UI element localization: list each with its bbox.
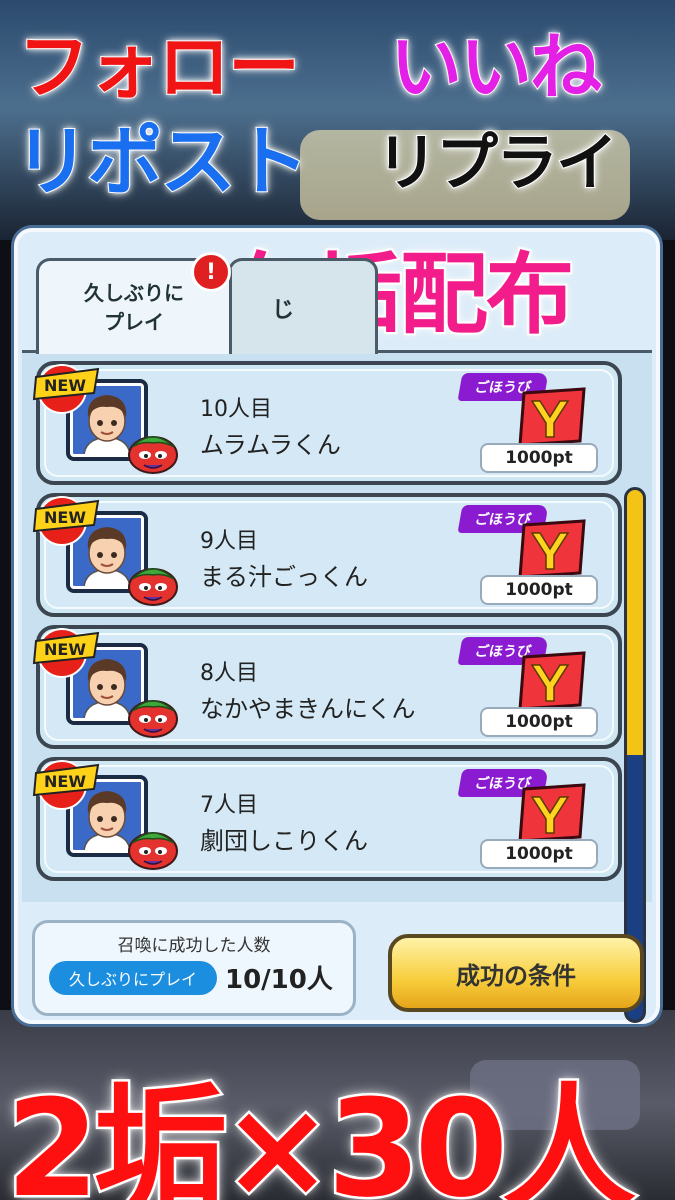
summon-number: 9人目 (200, 529, 258, 554)
reward-points: 1000pt (480, 707, 598, 737)
new-badge-icon: NEW (32, 364, 100, 414)
friend-name: 劇団しこりくん (200, 827, 368, 855)
yokai-point-card-icon (518, 387, 586, 447)
scrollbar-thumb[interactable] (627, 490, 643, 755)
tomato-monster-icon (128, 832, 178, 870)
reward-points: 1000pt (480, 575, 598, 605)
tomato-monster-icon (128, 700, 178, 738)
list-item[interactable]: NEW 8人目 なかやまきんにくん ごほうび 1000pt (32, 625, 622, 749)
reward-points: 1000pt (480, 443, 598, 473)
caption-follow: フォロー (17, 24, 301, 110)
summon-number: 8人目 (200, 661, 258, 686)
summon-counter: 召喚に成功した人数 久しぶりにプレイ 10/10人 (32, 920, 356, 1016)
yokai-point-card-icon (518, 519, 586, 579)
friend-name: まる汁ごっくん (200, 563, 368, 591)
tomato-monster-icon (128, 436, 178, 474)
tab-label: じ (271, 297, 294, 323)
new-badge-icon: NEW (32, 628, 100, 678)
counter-category-badge: 久しぶりにプレイ (49, 961, 217, 995)
new-badge-icon: NEW (32, 496, 100, 546)
new-badge-label: NEW (44, 640, 86, 659)
list-item[interactable]: NEW 10人目 ムラムラくん ごほうび 1000pt (32, 361, 622, 485)
caption-reply: リプライ (375, 125, 619, 200)
list-item[interactable]: NEW 7人目 劇団しこりくん ごほうび 1000pt (32, 757, 622, 881)
new-badge-label: NEW (44, 376, 86, 395)
caption-bottom-banner: 2垢×30人 (4, 1069, 639, 1200)
yokai-point-card-icon (518, 651, 586, 711)
counter-value: 10/10人 (225, 965, 333, 995)
tab-secondary[interactable]: じ (228, 258, 378, 354)
new-badge-icon: NEW (32, 760, 100, 810)
list-item[interactable]: NEW 9人目 まる汁ごっくん ごほうび 1000pt (32, 493, 622, 617)
new-badge-label: NEW (44, 508, 86, 527)
yokai-point-card-icon (518, 783, 586, 843)
success-conditions-button[interactable]: 成功の条件 (388, 934, 644, 1012)
summon-number: 10人目 (200, 397, 272, 422)
friend-name: ムラムラくん (200, 431, 341, 459)
new-badge-label: NEW (44, 772, 86, 791)
alert-icon: ! (191, 252, 231, 292)
caption-repost: リポスト (13, 116, 310, 207)
friend-list[interactable]: NEW 10人目 ムラムラくん ごほうび 1000pt NEW 9人目 まる汁ご… (22, 350, 652, 1023)
tab-label: 久しぶりに プレイ (84, 280, 184, 334)
reward-points: 1000pt (480, 839, 598, 869)
friend-name: なかやまきんにくん (200, 695, 416, 723)
summon-number: 7人目 (200, 793, 258, 818)
caption-like: いいね (389, 24, 603, 110)
tomato-monster-icon (128, 568, 178, 606)
counter-title: 召喚に成功した人数 (117, 936, 271, 956)
